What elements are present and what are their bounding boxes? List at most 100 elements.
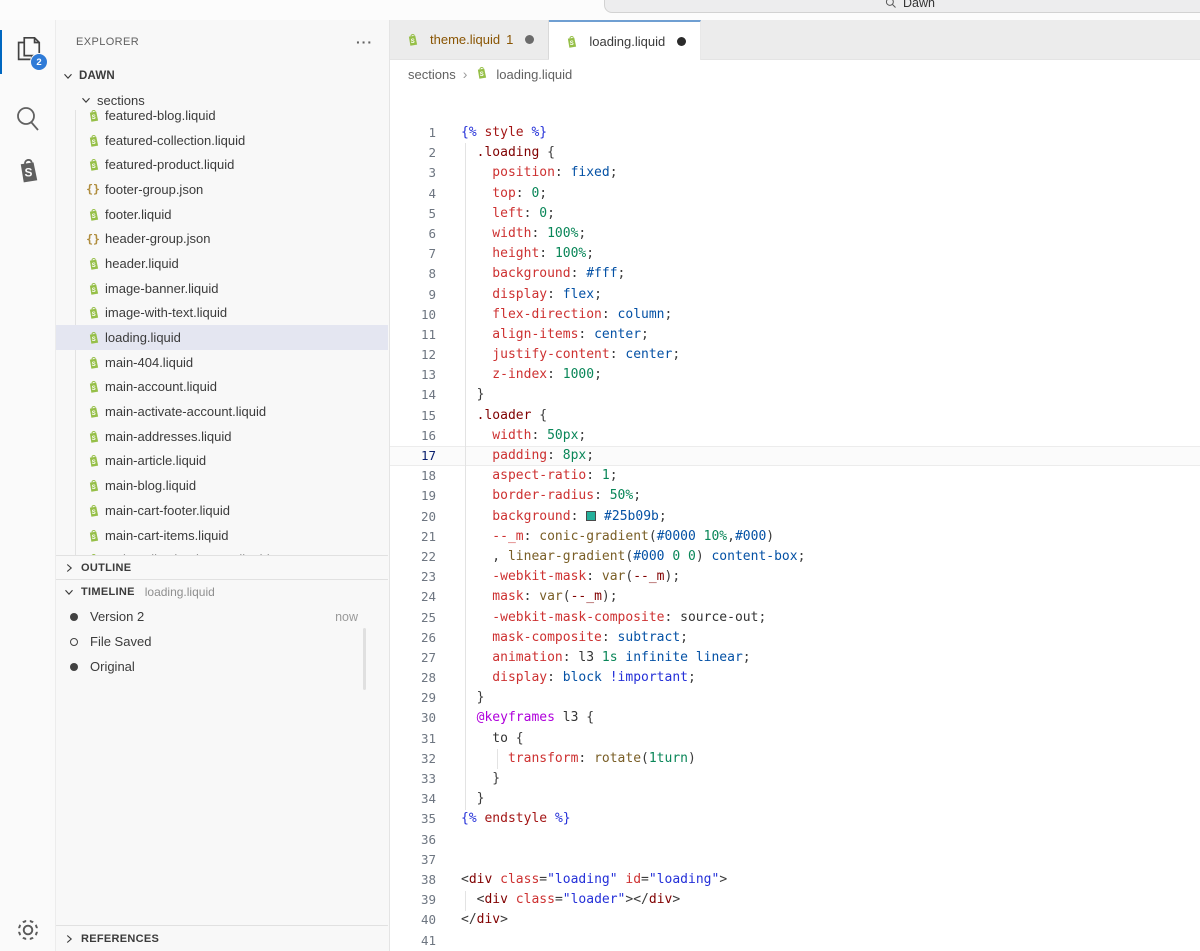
- code-line-3[interactable]: 3 position: fixed;: [390, 163, 1200, 183]
- search-view-button[interactable]: [0, 94, 55, 142]
- file-loading.liquid[interactable]: Sloading.liquid: [56, 325, 388, 350]
- file-main-article.liquid[interactable]: Smain-article.liquid: [56, 449, 388, 474]
- code-line-27[interactable]: 27 animation: l3 1s infinite linear;: [390, 648, 1200, 668]
- code-line-7[interactable]: 7 height: 100%;: [390, 244, 1200, 264]
- code-line-39[interactable]: 39 <div class="loader"></div>: [390, 890, 1200, 910]
- code-line-31[interactable]: 31 to {: [390, 729, 1200, 749]
- timeline-item[interactable]: File Saved: [56, 629, 388, 654]
- line-number: 24: [390, 587, 436, 607]
- file-featured-product.liquid[interactable]: Sfeatured-product.liquid: [56, 152, 388, 177]
- references-section-header[interactable]: REFERENCES: [56, 925, 388, 951]
- liquid-file-icon: S: [85, 453, 101, 468]
- code-line-20[interactable]: 20 background: #25b09b;: [390, 507, 1200, 527]
- timeline-item[interactable]: Version 2now: [56, 604, 388, 629]
- search-icon: [14, 104, 42, 132]
- timeline-label: TIMELINE: [81, 586, 135, 598]
- code-line-13[interactable]: 13 z-index: 1000;: [390, 365, 1200, 385]
- code-line-22[interactable]: 22 , linear-gradient(#000 0 0) content-b…: [390, 547, 1200, 567]
- timeline-item-time: now: [335, 610, 358, 624]
- code-line-30[interactable]: 30 @keyframes l3 {: [390, 708, 1200, 728]
- code-line-21[interactable]: 21 --_m: conic-gradient(#0000 10%,#000): [390, 527, 1200, 547]
- code-indent-guide: [497, 749, 498, 769]
- svg-text:S: S: [91, 485, 95, 491]
- code-line-6[interactable]: 6 width: 100%;: [390, 224, 1200, 244]
- code-line-5[interactable]: 5 left: 0;: [390, 204, 1200, 224]
- outline-section-header[interactable]: OUTLINE: [56, 555, 388, 579]
- file-label: loading.liquid: [105, 330, 181, 345]
- code-line-12[interactable]: 12 justify-content: center;: [390, 345, 1200, 365]
- code-line-15[interactable]: 15 .loader {: [390, 406, 1200, 426]
- code-line-18[interactable]: 18 aspect-ratio: 1;: [390, 466, 1200, 486]
- line-number: 11: [390, 325, 436, 345]
- code-line-2[interactable]: 2 .loading {: [390, 143, 1200, 163]
- code-line-33[interactable]: 33 }: [390, 769, 1200, 789]
- sidebar-scrollbar[interactable]: [363, 628, 366, 690]
- folder-sections[interactable]: sections: [56, 88, 388, 112]
- line-number: 14: [390, 385, 436, 405]
- line-number: 3: [390, 163, 436, 183]
- code-line-35[interactable]: 35{% endstyle %}: [390, 809, 1200, 829]
- dirty-dot-icon[interactable]: [525, 35, 534, 44]
- code-line-14[interactable]: 14 }: [390, 385, 1200, 405]
- code-line-36[interactable]: 36: [390, 830, 1200, 850]
- dirty-dot-icon[interactable]: [677, 37, 686, 46]
- file-header-group.json[interactable]: {}header-group.json: [56, 226, 388, 251]
- breadcrumb-folder[interactable]: sections: [408, 67, 456, 82]
- code-line-40[interactable]: 40</div>: [390, 910, 1200, 930]
- file-main-activate-account.liquid[interactable]: Smain-activate-account.liquid: [56, 399, 388, 424]
- timeline-item[interactable]: Original: [56, 654, 388, 679]
- line-number: 4: [390, 184, 436, 204]
- line-content: .loader {: [436, 406, 547, 426]
- breadcrumb[interactable]: sections › S loading.liquid: [390, 60, 1200, 88]
- code-line-25[interactable]: 25 -webkit-mask-composite: source-out;: [390, 608, 1200, 628]
- code-line-19[interactable]: 19 border-radius: 50%;: [390, 486, 1200, 506]
- folder-root-dawn[interactable]: DAWN: [56, 64, 388, 88]
- code-line-1[interactable]: 1{% style %}: [390, 123, 1200, 143]
- explorer-view-button[interactable]: 2: [0, 26, 55, 74]
- code-line-34[interactable]: 34 }: [390, 789, 1200, 809]
- code-line-24[interactable]: 24 mask: var(--_m);: [390, 587, 1200, 607]
- code-line-8[interactable]: 8 background: #fff;: [390, 264, 1200, 284]
- settings-button[interactable]: [0, 906, 55, 951]
- command-center-search[interactable]: Dawn: [604, 0, 1200, 13]
- more-actions-icon[interactable]: ···: [356, 34, 373, 50]
- code-line-37[interactable]: 37: [390, 850, 1200, 870]
- code-line-29[interactable]: 29 }: [390, 688, 1200, 708]
- code-line-32[interactable]: 32 transform: rotate(1turn): [390, 749, 1200, 769]
- file-label: featured-blog.liquid: [105, 110, 216, 123]
- code-line-28[interactable]: 28 display: block !important;: [390, 668, 1200, 688]
- line-number: 10: [390, 305, 436, 325]
- file-featured-collection.liquid[interactable]: Sfeatured-collection.liquid: [56, 128, 388, 153]
- file-featured-blog.liquid[interactable]: Sfeatured-blog.liquid: [56, 110, 388, 128]
- code-line-16[interactable]: 16 width: 50px;: [390, 426, 1200, 446]
- file-main-cart-footer.liquid[interactable]: Smain-cart-footer.liquid: [56, 498, 388, 523]
- file-main-addresses.liquid[interactable]: Smain-addresses.liquid: [56, 424, 388, 449]
- code-line-41[interactable]: 41: [390, 931, 1200, 951]
- svg-text:S: S: [24, 166, 32, 180]
- code-line-26[interactable]: 26 mask-composite: subtract;: [390, 628, 1200, 648]
- code-line-4[interactable]: 4 top: 0;: [390, 184, 1200, 204]
- file-main-cart-items.liquid[interactable]: Smain-cart-items.liquid: [56, 523, 388, 548]
- code-line-10[interactable]: 10 flex-direction: column;: [390, 305, 1200, 325]
- line-content: .loading {: [436, 143, 555, 163]
- shopify-view-button[interactable]: S: [0, 146, 55, 194]
- code-line-23[interactable]: 23 -webkit-mask: var(--_m);: [390, 567, 1200, 587]
- code-line-11[interactable]: 11 align-items: center;: [390, 325, 1200, 345]
- file-main-404.liquid[interactable]: Smain-404.liquid: [56, 350, 388, 375]
- tab-loading.liquid[interactable]: Sloading.liquid: [549, 20, 701, 60]
- file-footer.liquid[interactable]: Sfooter.liquid: [56, 202, 388, 227]
- code-line-38[interactable]: 38<div class="loading" id="loading">: [390, 870, 1200, 890]
- code-line-17[interactable]: 17 padding: 8px;: [390, 446, 1200, 466]
- code-line-9[interactable]: 9 display: flex;: [390, 285, 1200, 305]
- breadcrumb-file[interactable]: loading.liquid: [496, 67, 572, 82]
- tab-theme.liquid[interactable]: Stheme.liquid1: [390, 20, 549, 59]
- file-footer-group.json[interactable]: {}footer-group.json: [56, 177, 388, 202]
- file-image-with-text.liquid[interactable]: Simage-with-text.liquid: [56, 301, 388, 326]
- file-main-blog.liquid[interactable]: Smain-blog.liquid: [56, 473, 388, 498]
- timeline-section-header[interactable]: TIMELINE loading.liquid: [56, 579, 388, 603]
- file-main-account.liquid[interactable]: Smain-account.liquid: [56, 375, 388, 400]
- file-image-banner.liquid[interactable]: Simage-banner.liquid: [56, 276, 388, 301]
- color-swatch[interactable]: [586, 511, 596, 521]
- file-header.liquid[interactable]: Sheader.liquid: [56, 251, 388, 276]
- code-editor[interactable]: 1{% style %}2 .loading {3 position: fixe…: [390, 123, 1200, 951]
